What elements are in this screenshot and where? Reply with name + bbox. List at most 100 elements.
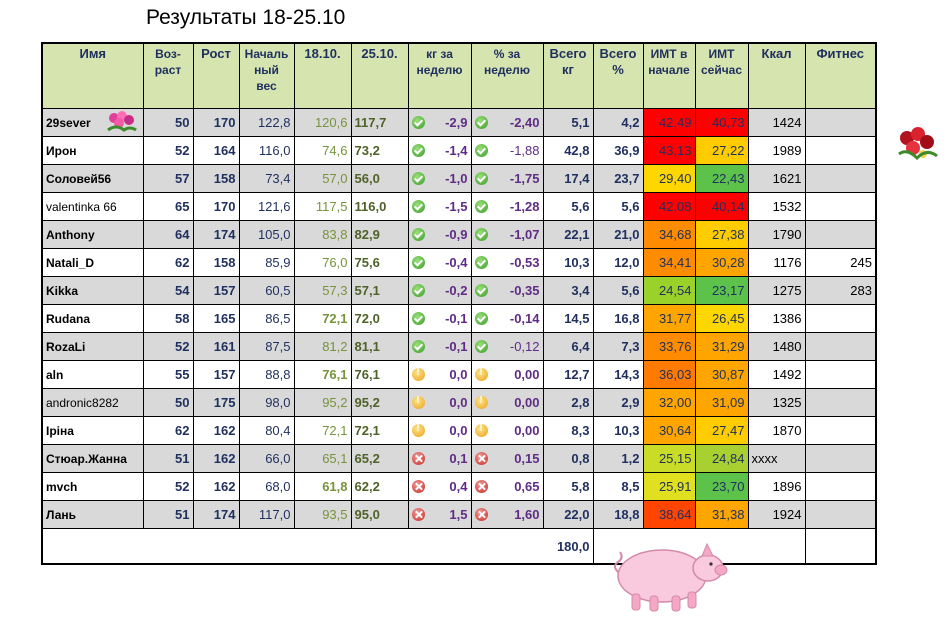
cross-circle-icon [474,480,488,493]
cell-pct-week-value: -1,28 [509,199,540,214]
cell-start-weight: 86,5 [238,304,295,333]
cell-total-pct: 2,9 [592,388,644,417]
cell-pct-week-value: -0,35 [509,283,540,298]
results-table: Имя Воз-раст Рост Началь ный вес 18.10. … [41,42,877,565]
cell-pct-week-value: -0,53 [509,255,540,270]
cell-kg-week: -2,9 [407,108,472,137]
cell-total-kg: 0,8 [542,444,594,473]
cell-imt-start: 43,13 [642,136,696,165]
cell-pct-week-value: 0,00 [514,395,540,410]
cell-age: 50 [142,388,194,417]
cell-name: Лань [41,500,144,529]
cell-week2: 117,7 [350,108,409,137]
check-circle-icon [411,340,425,353]
cell-start-weight: 122,8 [238,108,295,137]
check-circle-icon [411,256,425,269]
cell-name: Anthony [41,220,144,249]
cell-height: 162 [192,472,240,501]
bouquet-icon [898,127,938,161]
cell-kg-week-value: -0,1 [445,339,468,354]
cell-pct-week-value: 0,00 [514,367,540,382]
cell-kg-week-value: -0,1 [445,311,468,326]
cell-name: valentinka 66 [41,192,144,221]
cell-pct-week-value: 0,65 [514,479,540,494]
cell-pct-week-value: -2,40 [509,115,540,130]
cell-name: aln [41,360,144,389]
check-circle-icon [411,172,425,185]
table-row: Anthony 64 174 105,0 83,8 82,9 -0,9 -1,07 22,1 21… [41,220,877,249]
cell-kcal: 1424 [747,108,806,137]
cell-kcal: 1492 [747,360,806,389]
cell-total-kg: 42,8 [542,136,594,165]
total-row-spacer [41,528,543,565]
cell-fitness [804,220,877,249]
cell-total-pct: 36,9 [592,136,644,165]
cell-fitness [804,472,877,501]
cell-name: andronic8282 [41,388,144,417]
cell-week1: 83,8 [293,220,352,249]
cell-pct-week: -0,12 [470,332,544,361]
cell-age: 65 [142,192,194,221]
cell-height: 164 [192,136,240,165]
flower-icon [107,111,137,132]
cell-week2: 76,1 [350,360,409,389]
cell-week2-value: 95,0 [354,507,380,522]
table-row: valentinka 66 65 170 121,6 117,5 116,0 -1,5 -1,… [41,192,877,221]
cell-pct-week: 1,60 [470,500,544,529]
cell-week1: 76,0 [293,248,352,277]
cell-imt-start: 24,54 [642,276,696,305]
cell-week1: 65,1 [293,444,352,473]
cell-total-kg: 22,0 [542,500,594,529]
cell-height: 165 [192,304,240,333]
cell-imt-start: 25,91 [642,472,696,501]
cell-age: 62 [142,416,194,445]
cell-week1: 74,6 [293,136,352,165]
cell-imt-now: 27,22 [694,136,749,165]
cell-total-pct: 23,7 [592,164,644,193]
cell-imt-start: 34,41 [642,248,696,277]
cell-imt-now: 30,87 [694,360,749,389]
cell-week2-value: 62,2 [354,479,380,494]
table-row: Стюар.Жанна 51 162 66,0 65,1 65,2 0,1 0,15 0,8 1,… [41,444,877,473]
cell-kg-week: -0,1 [407,332,472,361]
cell-kg-week: -0,2 [407,276,472,305]
cell-imt-now: 26,45 [694,304,749,333]
cell-kcal: 1386 [747,304,806,333]
cell-total-pct: 10,3 [592,416,644,445]
cell-height: 174 [192,500,240,529]
cell-kg-week-value: -0,2 [445,283,468,298]
cell-pct-week: 0,15 [470,444,544,473]
check-circle-icon [411,228,425,241]
cell-start-weight: 80,4 [238,416,295,445]
exclamation-circle-icon [411,395,425,409]
page-title: Результаты 18-25.10 [146,6,346,29]
cell-kcal: 1176 [747,248,806,277]
cell-total-pct: 5,6 [592,192,644,221]
pig-icon [614,542,728,612]
cell-kg-week-value: 1,5 [449,507,468,522]
cell-pct-week: -0,14 [470,304,544,333]
col-header-total-pct: Всего % [592,42,644,109]
cell-start-weight: 116,0 [238,136,295,165]
cell-pct-week: -0,35 [470,276,544,305]
cell-fitness [804,388,877,417]
cell-imt-start: 29,40 [642,164,696,193]
cell-fitness [804,304,877,333]
cell-name: Стюар.Жанна [41,444,144,473]
cell-total-kg: 6,4 [542,332,594,361]
col-header-pct-week: % за неделю [470,42,544,109]
cell-start-weight: 88,8 [238,360,295,389]
cell-week1: 95,2 [293,388,352,417]
table-row: 29sever 50 170 122,8 120,6 117,7 -2,9 -2,40 5,1 4… [41,108,877,137]
cell-pct-week-value: -1,75 [509,171,540,186]
cell-pct-week-value: 1,60 [514,507,540,522]
cell-imt-now: 22,43 [694,164,749,193]
cross-circle-icon [411,508,425,521]
cell-kcal: 1924 [747,500,806,529]
cell-imt-now: 40,73 [694,108,749,137]
table-row: Kikka 54 157 60,5 57,3 57,1 -0,2 -0,35 3,4 5,6 24,… [41,276,877,305]
check-circle-icon [411,144,425,157]
cell-fitness [804,136,877,165]
col-header-week1: 18.10. [293,42,352,109]
check-circle-icon [474,228,488,241]
